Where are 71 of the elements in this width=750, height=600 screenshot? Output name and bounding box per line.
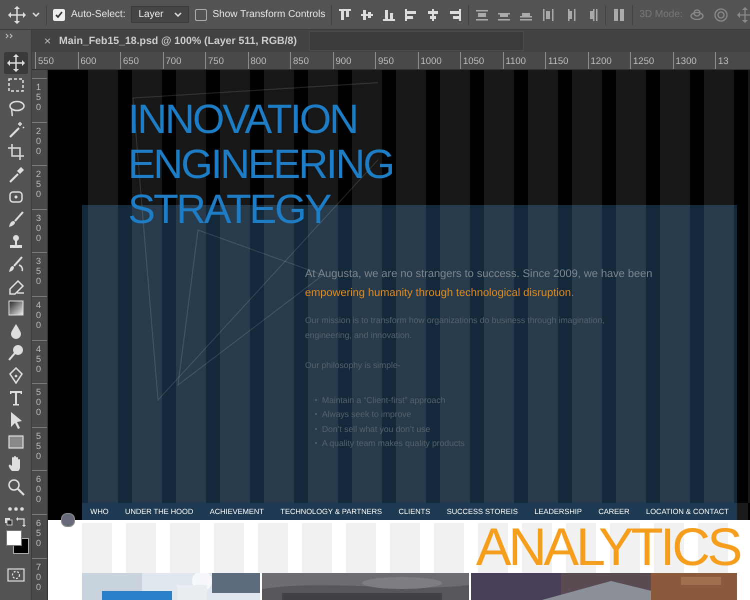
close-button[interactable]: × — [42, 34, 54, 48]
lasso-icon[interactable] — [6, 98, 24, 117]
slice-handle-icon[interactable] — [61, 513, 75, 527]
ruler-label: 900 — [332, 52, 375, 69]
ruler-label: 450 — [36, 344, 41, 374]
headline: STRATEGY — [128, 187, 332, 232]
ruler-label: 1100 — [502, 52, 545, 69]
eyedropper-icon[interactable] — [6, 166, 24, 184]
swap-colors-icon[interactable] — [4, 516, 28, 528]
align-icon[interactable] — [338, 8, 352, 22]
brush-icon[interactable] — [6, 210, 24, 228]
ruler-label: 700 — [36, 562, 41, 592]
ruler-label: 1000 — [418, 52, 460, 69]
ruler-label: 300 — [36, 212, 41, 243]
align-icon[interactable] — [448, 8, 462, 22]
foreground-color-swatch[interactable] — [6, 530, 22, 546]
crop-icon[interactable] — [6, 143, 24, 162]
magic-wand-icon[interactable] — [6, 121, 24, 140]
distribute-spacing-icon[interactable] — [612, 8, 626, 22]
ruler-label: 600 — [36, 474, 41, 504]
ruler-label: 13 — [715, 52, 729, 69]
marquee-icon[interactable] — [6, 76, 24, 94]
checkbox[interactable] — [194, 8, 206, 20]
move-icon[interactable] — [8, 6, 26, 24]
zoom-icon[interactable] — [6, 478, 24, 496]
headline: ENGINEERING — [128, 142, 394, 187]
ruler-label: 650 — [120, 52, 162, 69]
ruler-label: 800 — [248, 52, 290, 69]
ruler-label: 600 — [78, 52, 120, 69]
layer-dropdown[interactable]: Layer — [131, 6, 188, 23]
caret-icon[interactable] — [32, 12, 40, 18]
align-icon[interactable] — [360, 8, 374, 22]
ruler-label: 1300 — [672, 52, 715, 69]
headline: INNOVATION — [128, 97, 358, 142]
pen-icon[interactable] — [6, 366, 24, 384]
ruler-label: 1050 — [460, 52, 502, 69]
ruler-label: 700 — [162, 52, 205, 69]
ruler-label: 550 — [36, 430, 41, 461]
checkbox-label: Show Transform Controls — [212, 9, 326, 20]
ruler-label: 750 — [205, 52, 248, 69]
align-icon[interactable] — [426, 8, 440, 22]
ruler-label: 350 — [36, 256, 41, 286]
move-icon[interactable] — [6, 54, 24, 72]
distribute-icon[interactable] — [541, 8, 556, 22]
caret-icon[interactable] — [174, 12, 182, 18]
ruler-label: 650 — [36, 518, 41, 548]
ruler-label: 400 — [36, 300, 41, 330]
ruler-label: 500 — [36, 387, 41, 418]
ruler-label: 200 — [36, 126, 41, 156]
gradient-icon[interactable] — [6, 299, 24, 318]
ruler-label: 850 — [290, 52, 332, 69]
section-title: ANALYTICS — [476, 523, 740, 573]
ruler-label: 150 — [36, 82, 41, 112]
checkbox-label: Auto-Select: — [71, 9, 126, 20]
dodge-icon[interactable] — [6, 344, 24, 362]
ruler-label: 1150 — [545, 52, 588, 69]
intro-paragraph: At Augusta, we are no strangers to success. Since 2009, we have been empowering humanity through technological disruption. — [305, 267, 654, 301]
brush-icon[interactable] — [6, 254, 24, 273]
align-icon[interactable] — [382, 8, 396, 22]
eraser-icon[interactable] — [6, 277, 24, 296]
distribute-icon[interactable] — [475, 8, 490, 22]
ruler-label: 250 — [36, 169, 41, 200]
ruler-label: 1250 — [630, 52, 672, 69]
ruler-label: 950 — [375, 52, 418, 69]
rectangle-icon[interactable] — [6, 433, 24, 452]
quick-mask-icon[interactable] — [6, 568, 24, 582]
document-tab[interactable]: Main_Feb15_18.psd @ 100% (Layer 511, RGB/8) — [59, 35, 297, 47]
ruler-label: 550 — [35, 52, 78, 69]
ruler-label: 1200 — [588, 52, 630, 69]
align-icon[interactable] — [404, 8, 418, 22]
expand-icon[interactable] — [4, 33, 14, 39]
